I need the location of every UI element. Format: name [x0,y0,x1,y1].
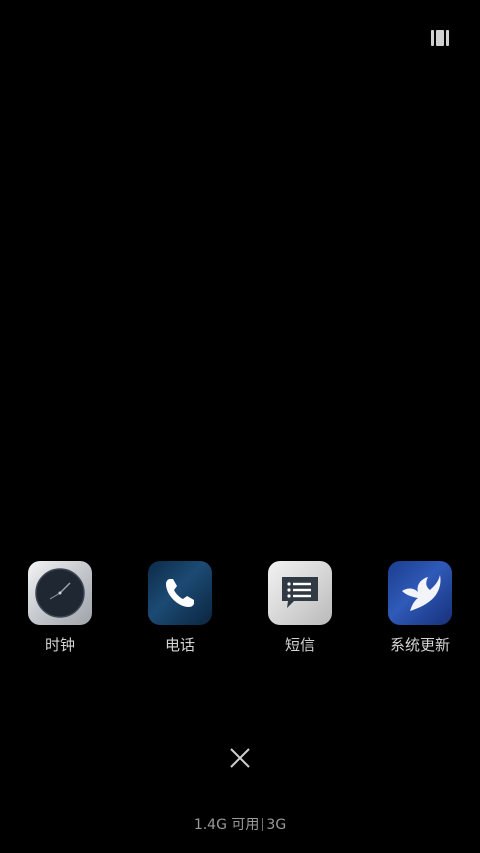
recent-apps-screen: 时钟 电话 短信 系统更新 1.4G 可用 3G [0,0,480,853]
memory-status: 1.4G 可用 3G [0,817,480,833]
app-label: 系统更新 [389,636,450,654]
memory-total: 3G [266,817,287,833]
close-icon[interactable] [228,746,252,770]
divider [262,818,264,831]
recent-apps-row: 时钟 电话 短信 系统更新 [0,561,480,661]
app-sms[interactable]: 短信 [250,561,350,654]
app-clock[interactable]: 时钟 [10,561,110,654]
memory-available: 1.4G 可用 [193,817,260,833]
clock-icon [28,561,92,625]
system-update-icon [388,561,452,625]
app-label: 时钟 [44,636,75,654]
app-label: 短信 [284,636,315,654]
app-phone[interactable]: 电话 [130,561,230,654]
message-icon [268,561,332,625]
app-label: 电话 [164,636,195,654]
app-system-update[interactable]: 系统更新 [370,561,470,654]
recents-view-toggle-icon[interactable] [431,30,451,46]
phone-icon [148,561,212,625]
